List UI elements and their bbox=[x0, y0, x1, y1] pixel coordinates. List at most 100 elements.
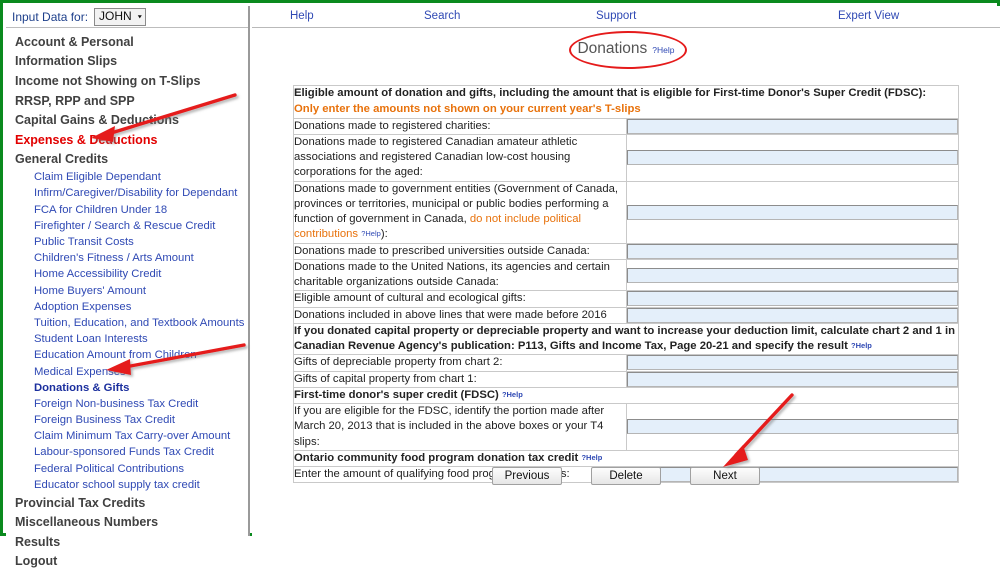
nav-link-expert-view[interactable]: Expert View bbox=[838, 10, 899, 22]
amount-input[interactable] bbox=[626, 267, 958, 283]
sidebar-item-educator-school-supply-tax-credit[interactable]: Educator school supply tax credit bbox=[6, 477, 248, 493]
row-help-link[interactable]: ?Help bbox=[502, 390, 523, 399]
form-row-label-text: Donations made to prescribed universitie… bbox=[294, 244, 590, 257]
sidebar-item-student-loan-interests[interactable]: Student Loan Interests bbox=[6, 331, 248, 347]
table-row: Donations made to the United Nations, it… bbox=[293, 258, 959, 292]
amount-input[interactable] bbox=[626, 307, 958, 323]
sidebar-item-general-credits[interactable]: General Credits bbox=[6, 150, 248, 170]
table-row: Donations made to registered Canadian am… bbox=[293, 133, 959, 182]
table-row: Donations included in above lines that w… bbox=[293, 306, 959, 324]
row-help-link[interactable]: ?Help bbox=[851, 341, 872, 350]
sidebar-item-public-transit-costs[interactable]: Public Transit Costs bbox=[6, 234, 248, 250]
amount-input[interactable] bbox=[626, 371, 958, 387]
amount-input[interactable] bbox=[626, 291, 958, 307]
form-row-amount-cell bbox=[625, 180, 959, 244]
row-help-link[interactable]: ?Help bbox=[581, 453, 602, 462]
sidebar-item-expenses-deductions[interactable]: Expenses & Deductions bbox=[6, 130, 248, 150]
row-help-link[interactable]: ?Help bbox=[361, 229, 381, 238]
sidebar-item-infirm-caregiver-disability-for-dependant[interactable]: Infirm/Caregiver/Disability for Dependan… bbox=[6, 185, 248, 201]
form-row-label-text: Gifts of capital property from chart 1: bbox=[294, 372, 477, 385]
sidebar-nav: Account & Personal Information Slips Incom… bbox=[6, 28, 248, 569]
table-row: Eligible amount of donation and gifts, i… bbox=[293, 85, 959, 119]
sidebar-item-home-accessibility-credit[interactable]: Home Accessibility Credit bbox=[6, 266, 248, 282]
table-row: Ontario community food program donation … bbox=[293, 449, 959, 468]
form-row-label: Eligible amount of donation and gifts, i… bbox=[293, 85, 959, 119]
sidebar-item-capital-gains-deductions[interactable]: Capital Gains & Deductions bbox=[6, 110, 248, 130]
form-row-label-text: Eligible amount of cultural and ecologic… bbox=[294, 292, 526, 305]
form-row-label-text: Gifts of depreciable property from chart… bbox=[294, 356, 503, 369]
sidebar-item-information-slips[interactable]: Information Slips bbox=[6, 52, 248, 72]
sidebar-item-account-personal[interactable]: Account & Personal bbox=[6, 32, 248, 52]
form-row-amount-cell bbox=[625, 242, 959, 260]
user-select-dropdown[interactable]: JOHN ▾ bbox=[94, 7, 146, 26]
form-row-label-text: If you are eligible for the FDSC, identi… bbox=[294, 405, 605, 448]
sidebar-item-rrsp-rpp-and-spp[interactable]: RRSP, RPP and SPP bbox=[6, 91, 248, 111]
amount-input[interactable] bbox=[626, 150, 958, 166]
form-row-amount-cell bbox=[625, 403, 959, 451]
table-row: Donations made to government entities (G… bbox=[293, 180, 959, 244]
sidebar-item-fca-for-children-under-18[interactable]: FCA for Children Under 18 bbox=[6, 202, 248, 218]
table-row: Donations made to prescribed universitie… bbox=[293, 242, 959, 260]
user-select-value: JOHN bbox=[99, 8, 132, 23]
sidebar-item-medical-expenses[interactable]: Medical Expenses bbox=[6, 363, 248, 379]
amount-input[interactable] bbox=[626, 419, 958, 435]
sidebar-item-labour-sponsored-funds-tax-credit[interactable]: Labour-sponsored Funds Tax Credit bbox=[6, 444, 248, 460]
nav-link-help[interactable]: Help bbox=[290, 10, 314, 22]
sidebar-item-tuition-education-and-textbook-amounts[interactable]: Tuition, Education, and Textbook Amounts bbox=[6, 315, 248, 331]
sidebar-item-home-buyers-amount[interactable]: Home Buyers' Amount bbox=[6, 282, 248, 298]
form-row-label: Donations made to prescribed universitie… bbox=[293, 242, 627, 260]
form-row-label: If you donated capital property or depre… bbox=[293, 322, 959, 356]
sidebar-item-results[interactable]: Results bbox=[6, 532, 248, 552]
page-title: Donations bbox=[577, 40, 648, 57]
form-row-label: Donations made to government entities (G… bbox=[293, 180, 627, 244]
form-row-label-text: Donations made to registered Canadian am… bbox=[294, 135, 578, 179]
nav-link-search[interactable]: Search bbox=[424, 10, 460, 22]
form-row-label-text: Donations made to registered charities: bbox=[294, 119, 491, 132]
form-section-subtitle: Only enter the amounts not shown on your… bbox=[294, 103, 641, 116]
sidebar-item-logout[interactable]: Logout bbox=[6, 552, 248, 571]
sidebar-item-miscellaneous-numbers[interactable]: Miscellaneous Numbers bbox=[6, 513, 248, 533]
form-row-label: Gifts of depreciable property from chart… bbox=[293, 354, 627, 372]
page-title-area: Donations ?Help bbox=[252, 28, 1000, 70]
table-row: If you donated capital property or depre… bbox=[293, 322, 959, 356]
form-row-amount-cell bbox=[625, 258, 959, 292]
form-button-row: Previous Delete Next bbox=[293, 467, 959, 485]
form-row-amount-cell bbox=[625, 290, 959, 308]
sidebar-item-federal-political-contributions[interactable]: Federal Political Contributions bbox=[6, 461, 248, 477]
nav-link-support[interactable]: Support bbox=[596, 10, 636, 22]
amount-input[interactable] bbox=[626, 204, 958, 220]
amount-input[interactable] bbox=[626, 243, 958, 259]
form-row-label-text: Eligible amount of donation and gifts, i… bbox=[294, 87, 927, 99]
table-row: If you are eligible for the FDSC, identi… bbox=[293, 403, 959, 451]
form-row-label: Donations included in above lines that w… bbox=[293, 306, 627, 324]
sidebar-item-donations-gifts[interactable]: Donations & Gifts bbox=[6, 380, 248, 396]
form-row-label-tail: ): bbox=[380, 228, 388, 241]
table-row: Gifts of capital property from chart 1: bbox=[293, 370, 959, 388]
sidebar-item-foreign-business-tax-credit[interactable]: Foreign Business Tax Credit bbox=[6, 412, 248, 428]
form-row-label-text: Donations made to the United Nations, it… bbox=[294, 260, 610, 288]
sidebar-item-education-amount-from-children[interactable]: Education Amount from Children bbox=[6, 347, 248, 363]
sidebar-item-children-s-fitness-arts-amount[interactable]: Children's Fitness / Arts Amount bbox=[6, 250, 248, 266]
next-button[interactable]: Next bbox=[690, 467, 760, 485]
form-row-amount-cell bbox=[625, 306, 959, 324]
amount-input[interactable] bbox=[626, 355, 958, 371]
input-data-label: Input Data for: bbox=[12, 9, 89, 24]
sidebar-item-adoption-expenses[interactable]: Adoption Expenses bbox=[6, 299, 248, 315]
form-row-label: Eligible amount of cultural and ecologic… bbox=[293, 290, 627, 308]
form-row-amount-cell bbox=[625, 354, 959, 372]
input-data-bar: Input Data for: JOHN ▾ bbox=[6, 6, 248, 28]
sidebar-item-income-not-showing-on-t-slips[interactable]: Income not Showing on T-Slips bbox=[6, 71, 248, 91]
previous-button[interactable]: Previous bbox=[492, 467, 562, 485]
page-title-help-link[interactable]: ?Help bbox=[652, 45, 674, 55]
sidebar-item-claim-minimum-tax-carry-over-amount[interactable]: Claim Minimum Tax Carry-over Amount bbox=[6, 428, 248, 444]
sidebar-item-claim-eligible-dependant[interactable]: Claim Eligible Dependant bbox=[6, 169, 248, 185]
sidebar-item-foreign-non-business-tax-credit[interactable]: Foreign Non-business Tax Credit bbox=[6, 396, 248, 412]
donations-form-table: Eligible amount of donation and gifts, i… bbox=[293, 85, 959, 484]
form-row-amount-cell bbox=[625, 370, 959, 388]
sidebar-item-firefighter-search-rescue-credit[interactable]: Firefighter / Search & Rescue Credit bbox=[6, 218, 248, 234]
sidebar-item-provincial-tax-credits[interactable]: Provincial Tax Credits bbox=[6, 493, 248, 513]
chevron-down-icon: ▾ bbox=[137, 12, 142, 20]
amount-input[interactable] bbox=[626, 118, 958, 134]
delete-button[interactable]: Delete bbox=[591, 467, 661, 485]
form-row-label: Ontario community food program donation … bbox=[293, 449, 959, 468]
